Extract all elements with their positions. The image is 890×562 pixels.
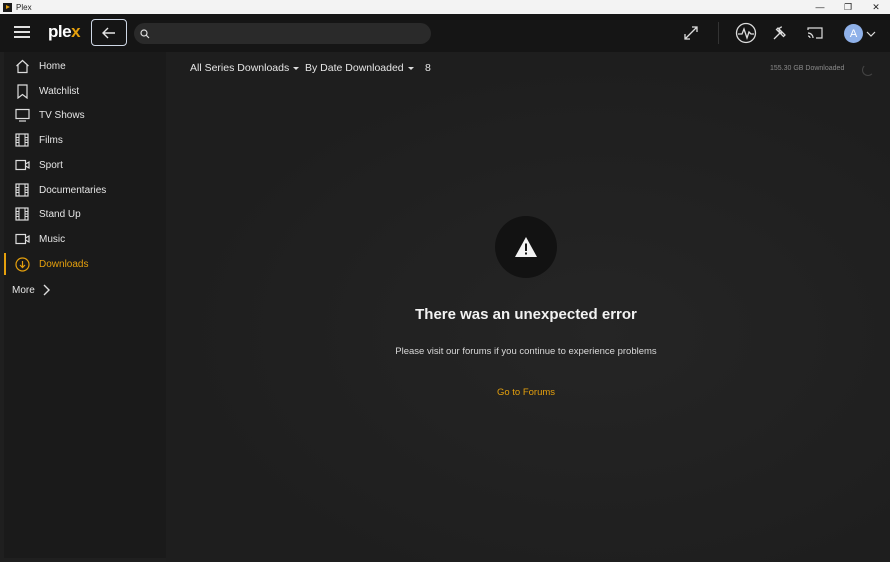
sidebar-more-button[interactable]: More (12, 284, 51, 296)
toolbar-divider (718, 22, 719, 44)
settings-wrench-icon[interactable] (769, 22, 791, 44)
close-button[interactable]: ✕ (862, 0, 890, 14)
sidebar-item-label: Films (39, 134, 63, 146)
sidebar-item-stand-up[interactable]: Stand Up (4, 202, 166, 226)
sidebar-item-label: TV Shows (39, 109, 85, 121)
back-button[interactable] (91, 19, 127, 46)
sidebar-item-label: Music (39, 233, 66, 245)
back-arrow-icon (102, 27, 115, 38)
error-title: There was an unexpected error (415, 306, 637, 323)
window-controls: — ❐ ✕ (806, 0, 890, 14)
downloaded-size: 155.30 GB Downloaded (770, 65, 845, 72)
video-camera-icon (14, 231, 30, 247)
home-icon (14, 58, 30, 74)
sidebar-item-documentaries[interactable]: Documentaries (4, 178, 166, 202)
sidebar-item-films[interactable]: Films (4, 128, 166, 152)
avatar-letter: A (849, 27, 858, 40)
top-navigation-bar: plex A (0, 14, 890, 52)
loading-spinner-icon (862, 64, 874, 76)
cast-icon[interactable] (804, 22, 826, 44)
download-icon (14, 256, 30, 272)
series-filter-dropdown[interactable]: All Series Downloads (190, 62, 300, 74)
sidebar-item-downloads[interactable]: Downloads (4, 252, 166, 276)
film-icon (14, 182, 30, 198)
main-content: All Series Downloads By Date Downloaded … (166, 52, 890, 562)
restore-button[interactable]: ❐ (834, 0, 862, 14)
film-icon (14, 132, 30, 148)
logo-accent: x (71, 22, 81, 41)
sidebar-item-music[interactable]: Music (4, 227, 166, 251)
search-icon (140, 28, 150, 38)
caret-down-icon (293, 66, 300, 70)
sidebar-item-label: Downloads (39, 258, 89, 270)
sidebar-item-label: Sport (39, 159, 63, 171)
go-to-forums-link[interactable]: Go to Forums (166, 387, 886, 398)
logo-text: ple (48, 22, 72, 41)
window-title: Plex (16, 2, 32, 12)
minimize-button[interactable]: — (806, 0, 834, 14)
search-input[interactable] (156, 28, 416, 39)
fullscreen-icon[interactable] (680, 22, 702, 44)
video-camera-icon (14, 157, 30, 173)
sidebar-item-label: Stand Up (39, 208, 81, 220)
sort-label: By Date Downloaded (305, 62, 404, 74)
search-bar[interactable] (134, 23, 431, 44)
menu-icon[interactable] (14, 26, 30, 40)
plex-logo[interactable]: plex (48, 22, 81, 42)
error-message: Please visit our forums if you continue … (395, 346, 657, 357)
sort-dropdown[interactable]: By Date Downloaded (305, 62, 414, 74)
more-label: More (12, 284, 35, 296)
chevron-down-icon[interactable] (860, 23, 882, 45)
tv-icon (14, 107, 30, 123)
film-icon (14, 206, 30, 222)
bookmark-icon (14, 83, 30, 99)
caret-down-icon (407, 66, 414, 70)
sidebar-item-home[interactable]: Home (4, 54, 166, 78)
filter-label: All Series Downloads (190, 62, 290, 74)
plex-app-icon (3, 2, 12, 12)
sidebar-item-label: Watchlist (39, 85, 80, 97)
sidebar-item-tv-shows[interactable]: TV Shows (4, 103, 166, 127)
sidebar-item-label: Home (39, 60, 66, 72)
sidebar-item-label: Documentaries (39, 184, 107, 196)
sidebar: Home Watchlist TV Shows Films Sport Docu… (4, 52, 166, 558)
sidebar-item-watchlist[interactable]: Watchlist (4, 79, 166, 103)
chevron-right-icon (43, 284, 50, 296)
window-titlebar: Plex — ❐ ✕ (0, 0, 890, 14)
item-count: 8 (425, 62, 431, 74)
warning-icon (515, 237, 537, 257)
activity-icon[interactable] (735, 22, 757, 44)
sidebar-item-sport[interactable]: Sport (4, 153, 166, 177)
error-badge (495, 216, 557, 278)
